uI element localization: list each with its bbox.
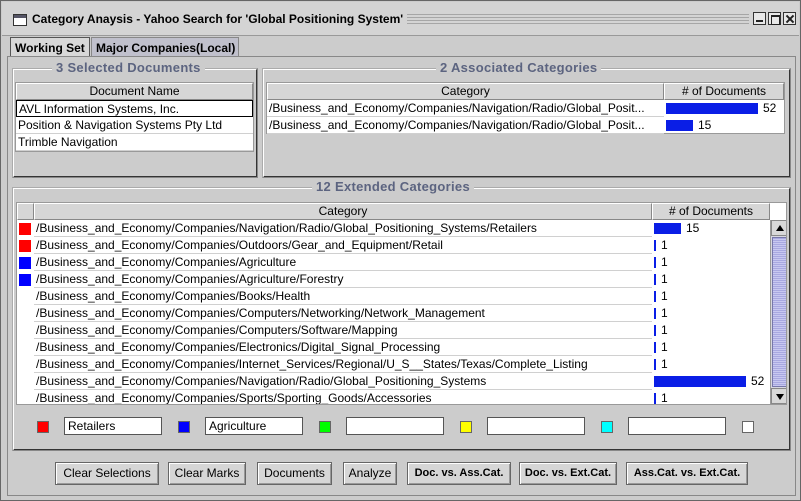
doc-vs-extcat-button[interactable]: Doc. vs. Ext.Cat. <box>519 462 617 485</box>
mark-swatch-cell[interactable] <box>19 274 31 286</box>
mark-label-input[interactable] <box>346 417 444 435</box>
count-bar <box>654 359 656 370</box>
associated-categories-table: Category # of Documents /Business_and_Ec… <box>266 82 785 134</box>
count-bar <box>654 342 656 353</box>
doc-vs-asscat-button[interactable]: Doc. vs. Ass.Cat. <box>407 462 511 485</box>
mark-color-swatch[interactable] <box>178 421 190 433</box>
title-bar-grip <box>407 14 749 26</box>
minimize-icon[interactable] <box>753 12 766 25</box>
count-label: 1 <box>661 255 668 269</box>
extended-category-cell[interactable]: /Business_and_Economy/Companies/Navigati… <box>34 220 652 237</box>
count-label: 15 <box>686 221 700 235</box>
maximize-icon[interactable] <box>768 12 781 25</box>
count-label: 15 <box>698 118 712 132</box>
document-row[interactable]: Position & Navigation Systems Pty Ltd <box>16 117 253 134</box>
extended-category-cell[interactable]: /Business_and_Economy/Companies/Outdoors… <box>34 237 652 254</box>
associated-category-cell[interactable]: /Business_and_Economy/Companies/Navigati… <box>267 100 664 117</box>
count-label: 1 <box>661 357 668 371</box>
extended-category-cell[interactable]: /Business_and_Economy/Companies/Computer… <box>34 322 652 339</box>
associated-categories-title: 2 Associated Categories <box>436 60 602 75</box>
count-bar <box>654 257 656 268</box>
extended-category-cell[interactable]: /Business_and_Economy/Companies/Computer… <box>34 305 652 322</box>
extended-count-header[interactable]: # of Documents <box>652 203 770 220</box>
scroll-thumb[interactable] <box>772 237 786 387</box>
count-label: 1 <box>661 238 668 252</box>
count-bar <box>654 223 681 234</box>
mark-swatch-cell[interactable] <box>19 325 31 337</box>
up-arrow-icon <box>776 225 784 231</box>
extended-category-header[interactable]: Category <box>34 203 652 220</box>
count-bar <box>654 291 656 302</box>
count-bar <box>666 120 693 131</box>
mark-color-swatch[interactable] <box>460 421 472 433</box>
associated-category-cell[interactable]: /Business_and_Economy/Companies/Navigati… <box>267 117 664 134</box>
mark-swatch-cell[interactable] <box>19 342 31 354</box>
count-bar <box>654 240 656 251</box>
mark-swatch-cell[interactable] <box>19 359 31 371</box>
count-bar <box>654 325 656 336</box>
down-arrow-icon <box>776 394 784 400</box>
selected-documents-table: Document Name AVL Information Systems, I… <box>15 82 254 152</box>
count-label: 1 <box>661 306 668 320</box>
mark-label-input[interactable] <box>487 417 585 435</box>
extended-category-cell[interactable]: /Business_and_Economy/Companies/Navigati… <box>34 373 652 390</box>
tab-major-companies-local[interactable]: Major Companies(Local) <box>91 37 239 57</box>
mark-color-swatch[interactable] <box>37 421 49 433</box>
associated-category-header[interactable]: Category <box>267 83 664 100</box>
mark-swatch-cell[interactable] <box>19 308 31 320</box>
document-row[interactable]: AVL Information Systems, Inc. <box>16 100 253 117</box>
count-label: 1 <box>661 272 668 286</box>
count-bar <box>654 376 746 387</box>
clear-selections-button[interactable]: Clear Selections <box>55 462 159 485</box>
tab-working-set[interactable]: Working Set <box>10 37 90 57</box>
extended-category-cell[interactable]: /Business_and_Economy/Companies/Agricult… <box>34 254 652 271</box>
count-label: 1 <box>661 340 668 354</box>
mark-color-swatch[interactable] <box>742 421 754 433</box>
extended-category-cell[interactable]: /Business_and_Economy/Companies/Sports/S… <box>34 390 652 404</box>
mark-swatch-cell[interactable] <box>19 223 31 235</box>
documents-button[interactable]: Documents <box>257 462 332 485</box>
mark-label-input[interactable]: Retailers <box>64 417 162 435</box>
count-label: 1 <box>661 323 668 337</box>
count-bar <box>654 308 656 319</box>
scroll-up-button[interactable] <box>771 220 786 236</box>
count-label: 52 <box>763 101 777 115</box>
extended-category-cell[interactable]: /Business_and_Economy/Companies/Books/He… <box>34 288 652 305</box>
extended-category-cell[interactable]: /Business_and_Economy/Companies/Internet… <box>34 356 652 373</box>
window-icon <box>13 14 27 26</box>
scroll-down-button[interactable] <box>771 388 786 404</box>
count-bar <box>654 393 656 404</box>
count-label: 1 <box>661 289 668 303</box>
asscat-vs-extcat-button[interactable]: Ass.Cat. vs. Ext.Cat. <box>626 462 748 485</box>
analyze-button[interactable]: Analyze <box>343 462 397 485</box>
document-name-header[interactable]: Document Name <box>16 83 253 100</box>
extended-table-scrollbar[interactable] <box>770 220 786 404</box>
close-icon[interactable] <box>783 12 796 25</box>
extended-categories-title: 12 Extended Categories <box>312 179 474 194</box>
extended-categories-table: Category # of Documents /Business_and_Ec… <box>16 202 787 405</box>
count-bar <box>654 274 656 285</box>
mark-swatch-cell[interactable] <box>19 291 31 303</box>
mark-label-input[interactable] <box>628 417 726 435</box>
count-bar <box>666 103 758 114</box>
extended-category-cell[interactable]: /Business_and_Economy/Companies/Electron… <box>34 339 652 356</box>
count-label: 52 <box>751 374 765 388</box>
mark-swatch-cell[interactable] <box>19 257 31 269</box>
document-row[interactable]: Trimble Navigation <box>16 134 253 151</box>
associated-count-header[interactable]: # of Documents <box>664 83 784 100</box>
mark-color-swatch[interactable] <box>319 421 331 433</box>
title-bar[interactable]: Category Anaysis - Yahoo Search for 'Glo… <box>2 2 799 36</box>
mark-color-swatch[interactable] <box>601 421 613 433</box>
mark-label-input[interactable]: Agriculture <box>205 417 303 435</box>
mark-swatch-cell[interactable] <box>19 376 31 388</box>
extended-category-cell[interactable]: /Business_and_Economy/Companies/Agricult… <box>34 271 652 288</box>
mark-column-header[interactable] <box>17 203 34 220</box>
clear-marks-button[interactable]: Clear Marks <box>168 462 246 485</box>
mark-swatch-cell[interactable] <box>19 393 31 404</box>
window-title: Category Anaysis - Yahoo Search for 'Glo… <box>32 12 404 26</box>
mark-swatch-cell[interactable] <box>19 240 31 252</box>
category-analysis-window: Category Anaysis - Yahoo Search for 'Glo… <box>0 0 801 501</box>
count-label: 1 <box>661 391 668 405</box>
selected-documents-title: 3 Selected Documents <box>52 60 205 75</box>
